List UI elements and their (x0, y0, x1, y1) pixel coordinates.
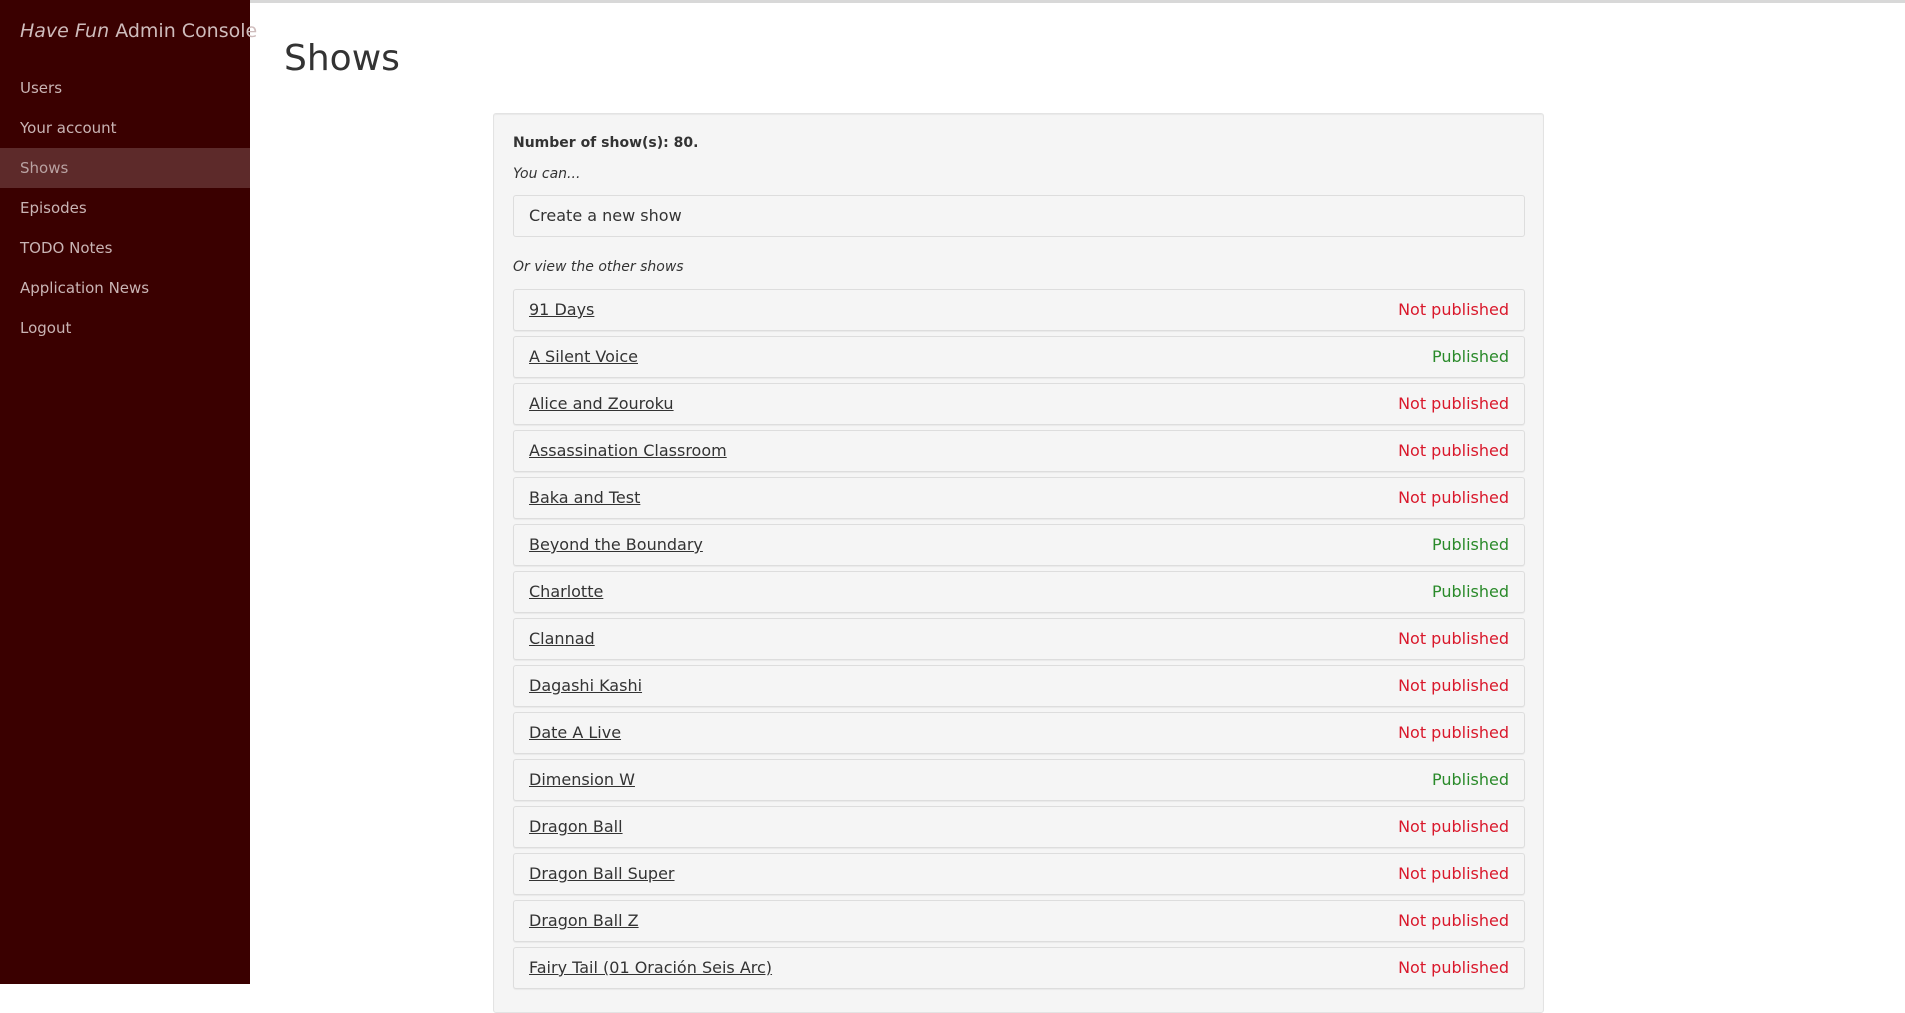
brand-rest: Admin Console (115, 20, 258, 42)
sidebar-item-episodes[interactable]: Episodes (0, 188, 250, 228)
show-link[interactable]: Beyond the Boundary (529, 525, 703, 565)
status-badge: Not published (1398, 817, 1509, 836)
show-link[interactable]: Date A Live (529, 713, 621, 753)
status-badge: Not published (1398, 300, 1509, 319)
show-link[interactable]: Fairy Tail (01 Oración Seis Arc) (529, 948, 772, 988)
sidebar-item-application-news[interactable]: Application News (0, 268, 250, 308)
list-item: Baka and Test Not published (513, 477, 1525, 519)
show-link[interactable]: Dragon Ball (529, 807, 623, 847)
sidebar: Have Fun Admin Console Users Your accoun… (0, 0, 257, 984)
show-link[interactable]: Clannad (529, 619, 595, 659)
show-link[interactable]: Dagashi Kashi (529, 666, 642, 706)
list-item: Clannad Not published (513, 618, 1525, 660)
top-divider (250, 0, 1905, 3)
list-item: Dragon Ball Z Not published (513, 900, 1525, 942)
status-badge: Not published (1398, 394, 1509, 413)
sidebar-item-shows[interactable]: Shows (0, 148, 250, 188)
list-item: Dragon Ball Not published (513, 806, 1525, 848)
list-item: Alice and Zouroku Not published (513, 383, 1525, 425)
show-link[interactable]: A Silent Voice (529, 337, 638, 377)
status-badge: Not published (1398, 441, 1509, 460)
show-link[interactable]: Dragon Ball Z (529, 901, 639, 941)
show-list: 91 Days Not published A Silent Voice Pub… (513, 289, 1525, 994)
status-badge: Not published (1398, 629, 1509, 648)
list-item: Charlotte Published (513, 571, 1525, 613)
status-badge: Published (1431, 582, 1509, 601)
list-item: Dagashi Kashi Not published (513, 665, 1525, 707)
list-item: Dragon Ball Super Not published (513, 853, 1525, 895)
list-item: Dimension W Published (513, 759, 1525, 801)
create-show-button[interactable]: Create a new show (513, 195, 1525, 237)
page-title: Shows (284, 38, 400, 79)
show-link[interactable]: Assassination Classroom (529, 431, 727, 471)
status-badge: Not published (1398, 911, 1509, 930)
sidebar-item-users[interactable]: Users (0, 68, 250, 108)
status-badge: Not published (1398, 488, 1509, 507)
list-item: Fairy Tail (01 Oración Seis Arc) Not pub… (513, 947, 1525, 989)
show-link[interactable]: Baka and Test (529, 478, 640, 518)
shows-panel: Number of show(s): 80. You can... Create… (493, 113, 1544, 1013)
sidebar-item-logout[interactable]: Logout (0, 308, 250, 348)
status-badge: Published (1431, 770, 1509, 789)
list-item: Date A Live Not published (513, 712, 1525, 754)
or-view-label: Or view the other shows (513, 259, 684, 275)
show-count: Number of show(s): 80. (513, 135, 699, 151)
status-badge: Not published (1398, 958, 1509, 977)
show-link[interactable]: Alice and Zouroku (529, 384, 674, 424)
list-item: Assassination Classroom Not published (513, 430, 1525, 472)
show-link[interactable]: Charlotte (529, 572, 603, 612)
show-link[interactable]: Dimension W (529, 760, 635, 800)
show-link[interactable]: 91 Days (529, 290, 594, 330)
list-item: 91 Days Not published (513, 289, 1525, 331)
status-badge: Published (1431, 347, 1509, 366)
brand-italic: Have Fun (20, 20, 110, 42)
show-link[interactable]: Dragon Ball Super (529, 854, 675, 894)
status-badge: Not published (1398, 676, 1509, 695)
list-item: Beyond the Boundary Published (513, 524, 1525, 566)
list-item: A Silent Voice Published (513, 336, 1525, 378)
status-badge: Not published (1398, 723, 1509, 742)
status-badge: Published (1431, 535, 1509, 554)
you-can-label: You can... (513, 166, 581, 182)
app-brand: Have Fun Admin Console (20, 20, 257, 42)
sidebar-nav: Users Your account Shows Episodes TODO N… (0, 68, 250, 348)
sidebar-item-your-account[interactable]: Your account (0, 108, 250, 148)
status-badge: Not published (1398, 864, 1509, 883)
sidebar-item-todo-notes[interactable]: TODO Notes (0, 228, 250, 268)
